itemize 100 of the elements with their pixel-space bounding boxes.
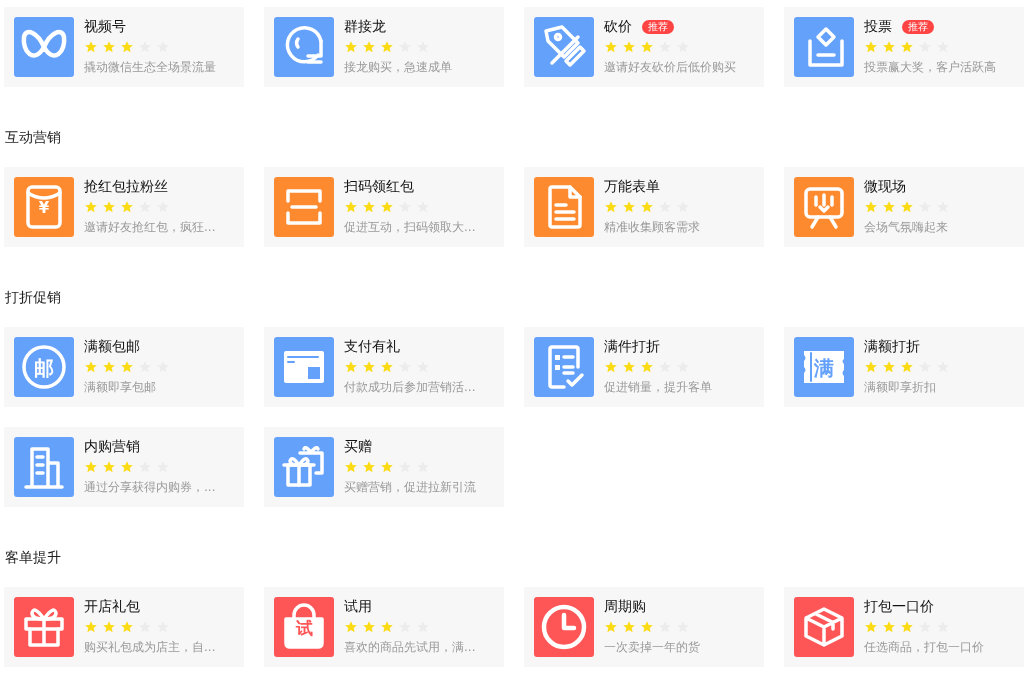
star-icon (362, 620, 376, 634)
star-icon (864, 40, 878, 54)
star-icon (882, 620, 896, 634)
app-card[interactable]: 邮 满额包邮 满额即享包邮 (4, 327, 244, 407)
app-title: 内购营销 (84, 438, 140, 456)
star-icon (84, 460, 98, 474)
app-card[interactable]: 微现场 会场气氛嗨起来 (784, 167, 1024, 247)
app-card[interactable]: 砍价 推荐 邀请好友砍价后低价购买 (524, 7, 764, 87)
app-card[interactable]: 万能表单 精准收集顾客需求 (524, 167, 764, 247)
app-title: 微现场 (864, 178, 906, 196)
star-icon (120, 360, 134, 374)
star-icon (640, 200, 654, 214)
app-title: 投票 (864, 18, 892, 36)
app-description: 满额即享折扣 (864, 379, 937, 396)
app-description: 任选商品，打包一口价 (864, 639, 984, 656)
app-title: 万能表单 (604, 178, 660, 196)
app-title: 试用 (344, 598, 372, 616)
app-description: 买赠营销，促进拉新引流 (344, 479, 476, 496)
star-icon (882, 200, 896, 214)
app-card[interactable]: 开店礼包 购买礼包成为店主，自... (4, 587, 244, 667)
star-icon (362, 40, 376, 54)
section-title: 互动营销 (5, 128, 62, 147)
star-icon (622, 620, 636, 634)
star-icon (344, 360, 358, 374)
postmark-icon: 邮 (14, 337, 74, 397)
star-icon (622, 200, 636, 214)
app-title: 满额打折 (864, 338, 920, 356)
app-description: 付款成功后参加营销活... (344, 379, 476, 396)
star-icon (120, 460, 134, 474)
star-icon (380, 620, 394, 634)
bag-icon: 试 (274, 597, 334, 657)
star-icon (900, 200, 914, 214)
star-icon (380, 460, 394, 474)
app-description: 通过分享获得内购券，... (84, 479, 216, 496)
app-card[interactable]: 视频号 撬动微信生态全场景流量 (4, 7, 244, 87)
app-description: 接龙购买，急速成单 (344, 59, 452, 76)
app-card[interactable]: 试 试用 喜欢的商品先试用，满... (264, 587, 504, 667)
app-title: 打包一口价 (864, 598, 934, 616)
star-icon (864, 360, 878, 374)
app-card[interactable]: 满 满额打折 满额即享折扣 (784, 327, 1024, 407)
star-icon (344, 200, 358, 214)
star-icon (622, 40, 636, 54)
star-icon (604, 360, 618, 374)
star-icon (604, 200, 618, 214)
star-icon (882, 40, 896, 54)
app-description: 投票赢大奖，客户活跃高 (864, 59, 996, 76)
app-description: 促进互动，扫码领取大... (344, 219, 476, 236)
app-description: 一次卖掉一年的货 (604, 639, 700, 656)
app-title: 满额包邮 (84, 338, 140, 356)
star-icon (864, 200, 878, 214)
star-icon (900, 620, 914, 634)
star-icon (84, 620, 98, 634)
star-icon (102, 460, 116, 474)
star-icon (604, 40, 618, 54)
star-icon (640, 360, 654, 374)
app-card[interactable]: 扫码领红包 促进互动，扫码领取大... (264, 167, 504, 247)
star-icon (120, 40, 134, 54)
app-title: 群接龙 (344, 18, 386, 36)
app-description: 撬动微信生态全场景流量 (84, 59, 216, 76)
app-card[interactable]: 投票 推荐 投票赢大奖，客户活跃高 (784, 7, 1024, 87)
app-title: 视频号 (84, 18, 126, 36)
star-icon (900, 40, 914, 54)
section-title: 客单提升 (5, 548, 62, 567)
app-card[interactable]: 打包一口价 任选商品，打包一口价 (784, 587, 1024, 667)
app-card[interactable]: 满件打折 促进销量，提升客单 (524, 327, 764, 407)
app-card[interactable]: 买赠 买赠营销，促进拉新引流 (264, 427, 504, 507)
app-title: 抢红包拉粉丝 (84, 178, 168, 196)
star-icon (640, 620, 654, 634)
star-icon (344, 460, 358, 474)
star-icon (120, 620, 134, 634)
star-icon (344, 40, 358, 54)
app-title: 买赠 (344, 438, 372, 456)
app-card[interactable]: 周期购 一次卖掉一年的货 (524, 587, 764, 667)
app-card[interactable]: 支付有礼 付款成功后参加营销活... (264, 327, 504, 407)
app-title: 开店礼包 (84, 598, 140, 616)
app-title: 周期购 (604, 598, 646, 616)
app-description: 精准收集顾客需求 (604, 219, 700, 236)
star-icon (84, 40, 98, 54)
app-title: 扫码领红包 (344, 178, 414, 196)
star-icon (604, 620, 618, 634)
star-icon (640, 40, 654, 54)
star-icon (102, 200, 116, 214)
envelope-icon: ¥ (14, 177, 74, 237)
star-icon (84, 200, 98, 214)
app-card[interactable]: 内购营销 通过分享获得内购券，... (4, 427, 244, 507)
app-card[interactable]: 群接龙 接龙购买，急速成单 (264, 7, 504, 87)
app-title: 砍价 (604, 18, 632, 36)
star-icon (362, 460, 376, 474)
app-description: 满额即享包邮 (84, 379, 157, 396)
section-title: 打折促销 (5, 288, 62, 307)
star-icon (362, 200, 376, 214)
app-title: 满件打折 (604, 338, 660, 356)
app-card[interactable]: ¥ 抢红包拉粉丝 邀请好友抢红包，疯狂... (4, 167, 244, 247)
star-icon (380, 360, 394, 374)
star-icon (344, 620, 358, 634)
star-icon (102, 620, 116, 634)
recommend-badge: 推荐 (902, 20, 934, 34)
app-description: 邀请好友砍价后低价购买 (604, 59, 736, 76)
star-icon (864, 620, 878, 634)
star-icon (102, 40, 116, 54)
